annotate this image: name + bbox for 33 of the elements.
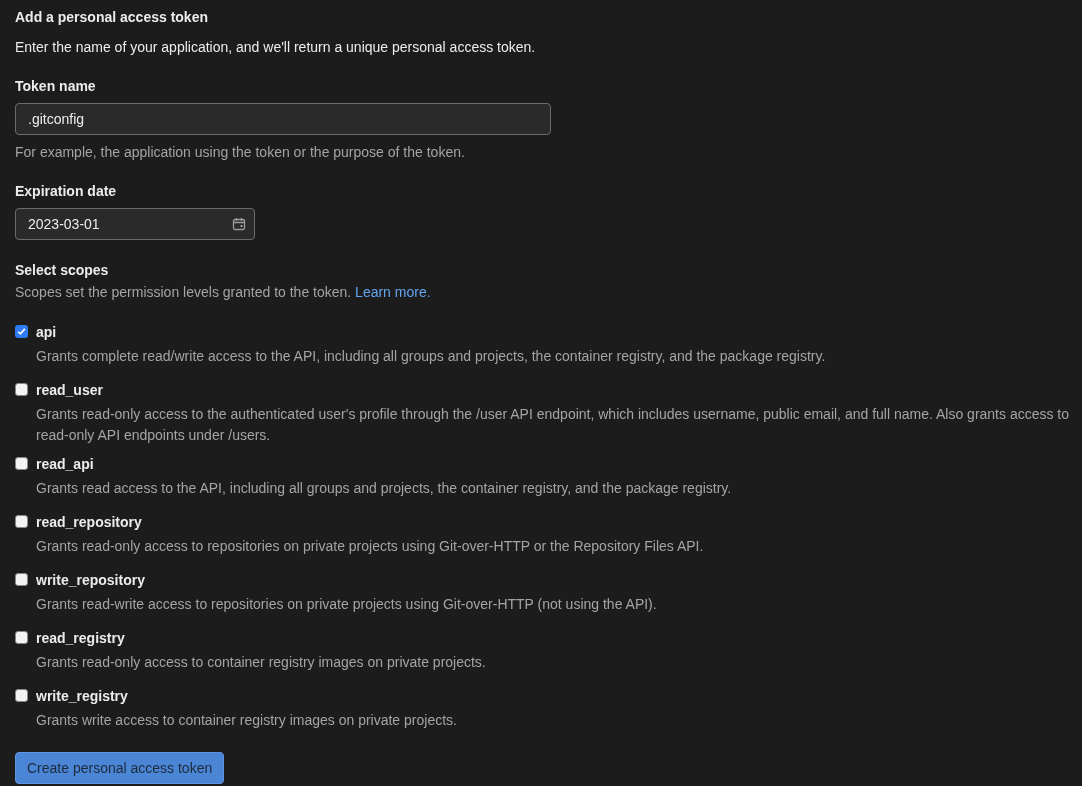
help-text: For example, the application using the token or the purpose of the token. — [15, 143, 466, 162]
field-label: Token name — [15, 77, 97, 95]
scope-description: Grants read-write access to repositories on private projects using Git-over-HTTP (not using the API). — [36, 595, 657, 614]
checkbox[interactable] — [15, 325, 28, 338]
scopes-description: Scopes set the permission levels granted to the token. Learn more. — [15, 283, 432, 302]
scope-description: Grants complete read/write access to the API, including all groups and projects, the container registry, and the package registry. — [36, 347, 826, 366]
token-name-field[interactable]: .gitconfig — [15, 103, 551, 135]
scope-description: Grants read-only access to the authenticated user's profile through the /user API endpoint, which includes username, public email, and full name. Also grants access to read-only API endpoints under /users. — [36, 405, 1071, 445]
scope-name: write_registry — [36, 687, 129, 705]
checkbox[interactable] — [15, 383, 28, 396]
scope-description: Grants read-only access to container registry images on private projects. — [36, 653, 486, 672]
scope-name: read_repository — [36, 513, 143, 531]
learn-more-link[interactable]: Learn more. — [355, 284, 431, 300]
scope-name: write_repository — [36, 571, 146, 589]
date-field[interactable]: 2023-03-01 — [15, 208, 255, 240]
checkbox[interactable] — [15, 573, 28, 586]
field-label: Expiration date — [15, 182, 118, 200]
intro-text: Enter the name of your application, and we'll return a unique personal access token. — [15, 38, 537, 57]
checkbox[interactable] — [15, 457, 28, 470]
page-heading: Add a personal access token — [15, 8, 209, 26]
scope-description: Grants write access to container registry images on private projects. — [36, 711, 457, 730]
scope-description: Grants read access to the API, including all groups and projects, the container registry, and the package registry. — [36, 479, 732, 498]
scope-description: Grants read-only access to repositories on private projects using Git-over-HTTP or the Repository Files API. — [36, 537, 704, 556]
checkbox[interactable] — [15, 689, 28, 702]
scope-name: api — [36, 323, 58, 341]
scope-name: read_api — [36, 455, 95, 473]
checkbox[interactable] — [15, 631, 28, 644]
checkbox[interactable] — [15, 515, 28, 528]
section-label: Select scopes — [15, 261, 110, 279]
scope-name: read_registry — [36, 629, 126, 647]
scope-name: read_user — [36, 381, 104, 399]
calendar-icon[interactable] — [232, 217, 246, 231]
create-token-button[interactable]: Create personal access token — [15, 752, 225, 784]
